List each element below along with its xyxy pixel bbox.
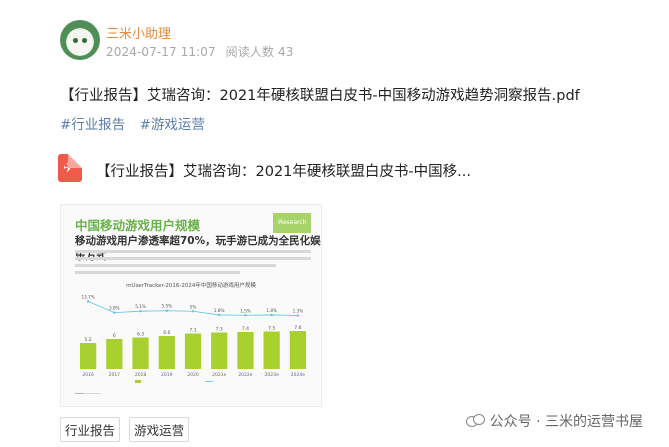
rate-value-label: 1.8% <box>266 308 277 313</box>
hashtag[interactable]: #游戏运营 <box>140 117 205 133</box>
tag-chip[interactable]: 游戏运营 <box>129 417 190 442</box>
attachment-title[interactable]: 【行业报告】艾瑞咨询：2021年硬核联盟白皮书-中国移... <box>96 160 471 181</box>
x-tick-label: 2020 <box>187 372 199 378</box>
post-header: 三米小助理 2024-07-17 11:07 阅读人数 43 <box>60 20 620 64</box>
x-tick-label: 2022e <box>238 372 252 378</box>
bar-value-label: 6 <box>113 333 116 339</box>
rate-point <box>113 311 116 314</box>
preview-text-line <box>75 257 311 260</box>
chart-bar <box>263 331 280 369</box>
rate-point <box>218 313 221 317</box>
bar-value-label: 5.2 <box>85 337 92 343</box>
preview-title: 中国移动游戏用户规模 <box>75 218 201 233</box>
hashtag-list: #行业报告 #游戏运营 <box>60 113 205 133</box>
chart-bar <box>106 339 123 369</box>
bar-value-label: 6.6 <box>163 330 170 336</box>
rate-point <box>296 314 300 317</box>
tag-chip[interactable]: 行业报告 <box>60 417 121 442</box>
x-tick-label: 2023e <box>265 372 279 378</box>
rate-value-label: 5.5% <box>161 304 172 309</box>
rate-value-label: 13.7% <box>81 294 94 299</box>
chart-bar <box>211 332 228 369</box>
rate-value-label: 3.8% <box>109 306 120 311</box>
hashtag[interactable]: #行业报告 <box>60 117 125 133</box>
rate-point <box>191 310 195 313</box>
rate-value-label: 5% <box>190 304 197 309</box>
legend-swatch-bar <box>135 380 141 383</box>
rate-value-label: 5.1% <box>135 304 146 309</box>
chart-bar <box>237 332 254 369</box>
post-meta: 2024-07-17 11:07 阅读人数 43 <box>106 43 293 60</box>
x-tick-label: 2018 <box>135 372 147 378</box>
x-tick-label: 2024e <box>291 372 305 378</box>
preview-text-line <box>75 271 241 274</box>
chart-bar <box>132 337 149 369</box>
chart-bar <box>79 343 97 369</box>
pdf-glyph-icon: ✈ <box>63 161 74 176</box>
bar-value-label: 7.6 <box>294 325 301 331</box>
rate-point <box>270 313 273 317</box>
x-tick-label: 2019 <box>161 372 173 378</box>
rate-point <box>139 309 142 313</box>
bar-value-label: 6.3 <box>137 332 144 338</box>
rate-value-label: 1.5% <box>240 308 251 313</box>
attachment-row[interactable]: ✈ 【行业报告】艾瑞咨询：2021年硬核联盟白皮书-中国移... <box>58 154 618 184</box>
avatar[interactable] <box>60 20 100 60</box>
watermark-text: 公众号 · 三米的运营书屋 <box>489 414 643 430</box>
chart-bar <box>158 336 175 369</box>
attachment-preview[interactable]: 中国移动游戏用户规模 iResearch 移动游戏用户渗透率超70%，玩手游已成… <box>60 204 322 407</box>
x-tick-label: 2016 <box>82 372 94 378</box>
post-date: 2024-07-17 11:07 <box>106 45 216 59</box>
preview-footer: ━━━ ───── <box>75 391 101 397</box>
chart-bar <box>184 333 202 369</box>
bar-value-label: 7.3 <box>216 327 223 333</box>
preview-chart: 5.2 2016 6 2017 6.3 2018 6.6 2019 7.1 2020 7.3 2021… <box>79 294 307 383</box>
avatar-face <box>67 31 93 55</box>
wechat-icon <box>465 414 485 428</box>
author-name[interactable]: 三米小助理 <box>106 23 171 42</box>
bottom-tag-list: 行业报告 游戏运营 <box>60 417 193 442</box>
rate-value-label: 1.8% <box>214 308 225 313</box>
watermark: 公众号 · 三米的运营书屋 <box>465 411 643 431</box>
chart-bar <box>289 331 307 369</box>
rate-value-label: 1.3% <box>293 309 304 314</box>
avatar-eye-right <box>82 38 87 43</box>
x-tick-label: 2017 <box>109 372 121 378</box>
rate-point <box>244 314 247 317</box>
preview-text-line <box>75 250 311 253</box>
bar-value-label: 7.5 <box>268 326 275 332</box>
x-tick-label: 2021e <box>212 372 226 378</box>
bar-value-label: 7.1 <box>189 328 196 334</box>
rate-point <box>86 300 90 303</box>
post-title: 【行业报告】艾瑞咨询：2021年硬核联盟白皮书-中国移动游戏趋势洞察报告.pdf <box>60 88 580 104</box>
rate-point <box>165 309 168 312</box>
preview-logo: iResearch <box>273 213 311 233</box>
avatar-eye-left <box>73 38 78 43</box>
preview-text-line <box>75 264 276 267</box>
view-count: 阅读人数 43 <box>225 45 294 59</box>
preview-body-text <box>75 250 311 278</box>
preview-chart-title: mUserTracker-2016-2024年中国移动游戏用户规模 <box>126 283 256 289</box>
pdf-icon: ✈ <box>58 154 82 182</box>
bar-value-label: 7.4 <box>242 326 249 332</box>
